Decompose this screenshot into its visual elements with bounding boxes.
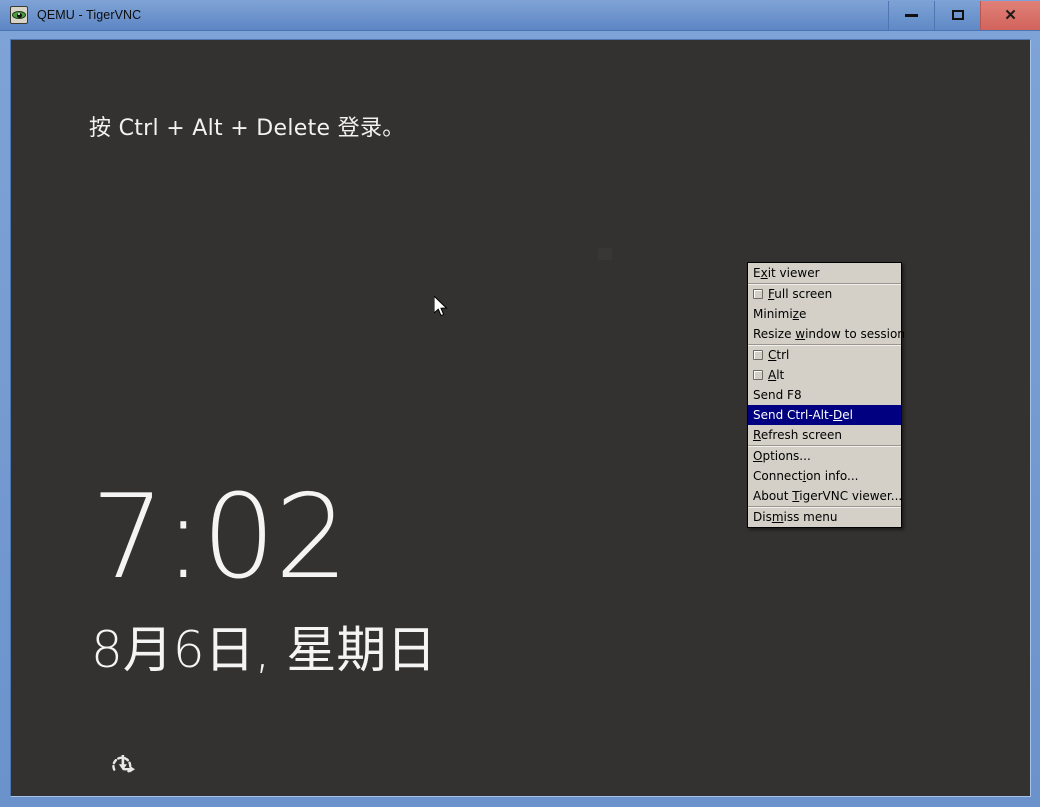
menu-item-label: Options... — [753, 449, 811, 463]
title-bar-left-group: QEMU - TigerVNC — [0, 6, 888, 24]
menu-item-label: Resize window to session — [753, 327, 905, 341]
menu-item-label: Connection info... — [753, 469, 859, 483]
menu-item-label: Send Ctrl-Alt-Del — [753, 408, 854, 422]
menu-item-ctrl[interactable]: Ctrl — [748, 345, 901, 365]
minimize-button[interactable] — [888, 0, 934, 30]
menu-item-full-screen[interactable]: Full screen — [748, 284, 901, 304]
menu-item-exit-viewer[interactable]: Exit viewer — [748, 263, 901, 284]
menu-item-label: Alt — [768, 368, 785, 382]
ease-of-access-icon — [112, 755, 135, 773]
vnc-popup-menu[interactable]: Exit viewer Full screen Minimize Resize win… — [747, 262, 905, 528]
maximize-icon — [951, 10, 964, 20]
minimize-icon — [905, 13, 918, 17]
ctrl-alt-delete-prompt: 按 Ctrl + Alt + Delete 登录。 — [89, 116, 405, 141]
vnc-viewer-window: QEMU - TigerVNC ✕ 按 Ctrl + Alt + Delete … — [0, 0, 1040, 807]
menu-item-send-f8[interactable]: Send F8 — [748, 385, 901, 405]
menu-item-minimize[interactable]: Minimize — [748, 304, 901, 324]
menu-item-label: Full screen — [768, 287, 833, 301]
menu-item-label: Send F8 — [753, 388, 802, 402]
menu-item-label: About TigerVNC viewer... — [753, 489, 903, 503]
viewer-inset-border: 按 Ctrl + Alt + Delete 登录。 7:02 8月6日, 星期日 — [10, 39, 1031, 797]
maximize-button[interactable] — [934, 0, 980, 30]
menu-item-alt[interactable]: Alt — [748, 365, 901, 385]
menu-checkbox[interactable] — [753, 350, 763, 360]
lockscreen-clock-date: 8月6日, 星期日 — [91, 621, 437, 679]
close-button[interactable]: ✕ — [980, 0, 1040, 30]
menu-item-connection-info[interactable]: Connection info... — [748, 466, 901, 486]
window-controls: ✕ — [888, 0, 1040, 31]
menu-item-label: Ctrl — [768, 348, 790, 362]
menu-item-send-ctrl-alt-del[interactable]: Send Ctrl-Alt-Del — [748, 405, 901, 425]
menu-item-dismiss-menu[interactable]: Dismiss menu — [748, 507, 901, 527]
mouse-cursor — [433, 294, 450, 318]
viewer-frame: 按 Ctrl + Alt + Delete 登录。 7:02 8月6日, 星期日 — [0, 31, 1040, 807]
window-title-bar[interactable]: QEMU - TigerVNC ✕ — [0, 0, 1040, 31]
menu-item-options[interactable]: Options... — [748, 446, 901, 466]
close-icon: ✕ — [1004, 6, 1017, 24]
menu-item-label: Dismiss menu — [753, 510, 838, 524]
window-title: QEMU - TigerVNC — [37, 8, 142, 22]
lockscreen-clock-time: 7:02 — [91, 470, 348, 605]
ease-of-access-button[interactable] — [108, 750, 138, 780]
menu-item-refresh-screen[interactable]: Refresh screen — [748, 425, 901, 446]
menu-item-resize-window-to-session[interactable]: Resize window to session — [748, 324, 905, 345]
menu-checkbox[interactable] — [753, 289, 763, 299]
screen-artifact — [598, 248, 612, 260]
menu-item-label: Exit viewer — [753, 266, 820, 280]
tigervnc-eye-icon — [10, 6, 28, 24]
menu-item-about-tigervnc-viewer[interactable]: About TigerVNC viewer... — [748, 486, 903, 507]
menu-item-label: Minimize — [753, 307, 807, 321]
menu-item-label: Refresh screen — [753, 428, 843, 442]
menu-checkbox[interactable] — [753, 370, 763, 380]
